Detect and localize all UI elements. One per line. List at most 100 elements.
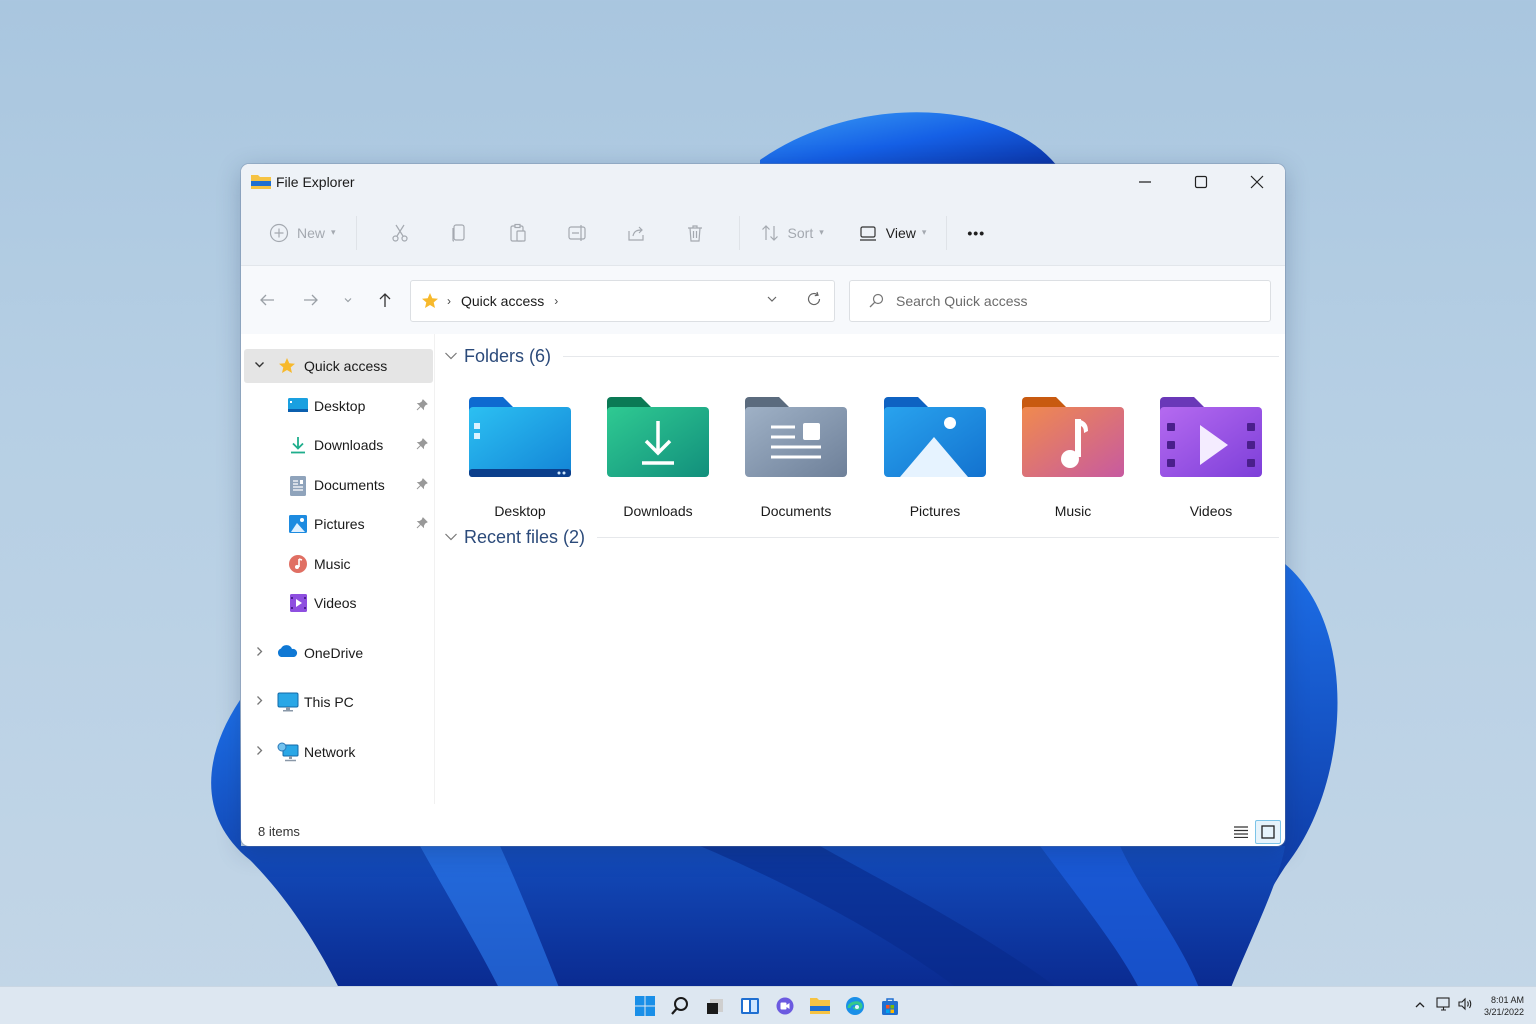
- sidebar-item-music[interactable]: Music: [244, 547, 433, 581]
- this-pc-icon: [277, 692, 299, 712]
- new-button[interactable]: New ▾: [263, 213, 342, 253]
- chevron-right-icon[interactable]: [254, 745, 265, 759]
- details-view-button[interactable]: [1227, 820, 1255, 844]
- maximize-button[interactable]: [1173, 164, 1229, 200]
- large-icons-view-button[interactable]: [1255, 820, 1281, 844]
- sidebar-item-downloads[interactable]: Downloads: [244, 428, 433, 462]
- pin-icon: [416, 437, 428, 453]
- sidebar-item-onedrive[interactable]: OneDrive: [244, 636, 433, 670]
- rename-icon: [568, 224, 586, 241]
- sidebar-item-label: OneDrive: [304, 645, 364, 661]
- folder-name: Pictures: [909, 503, 961, 519]
- share-icon: [628, 226, 644, 241]
- breadcrumb-quick-access[interactable]: Quick access: [461, 293, 544, 309]
- network-status-icon: [1436, 996, 1450, 1011]
- sidebar-item-label: This PC: [304, 694, 354, 710]
- file-explorer-taskbar-button[interactable]: [802, 987, 837, 1024]
- recent-files-section-header[interactable]: Recent files (2): [444, 527, 1279, 548]
- cut-button[interactable]: [371, 213, 430, 253]
- store-icon: [881, 998, 898, 1015]
- back-button[interactable]: [245, 292, 289, 308]
- delete-button[interactable]: [666, 213, 725, 253]
- divider: [355, 215, 357, 250]
- folder-tile-desktop[interactable]: Desktop: [460, 390, 580, 524]
- onedrive-icon: [276, 644, 298, 662]
- close-button[interactable]: [1229, 164, 1285, 200]
- folder-tile-videos[interactable]: Videos: [1151, 390, 1271, 524]
- edge-icon: [845, 997, 864, 1015]
- show-hidden-icons-button[interactable]: [1414, 997, 1426, 1015]
- refresh-button[interactable]: [806, 291, 822, 312]
- forward-button[interactable]: [289, 292, 333, 308]
- pin-icon: [416, 477, 428, 493]
- section-title: Folders (6): [464, 346, 552, 366]
- sidebar-item-this-pc[interactable]: This PC: [244, 685, 433, 719]
- view-button[interactable]: View ▾: [852, 213, 933, 253]
- sidebar-item-quick-access[interactable]: Quick access: [244, 349, 433, 383]
- arrow-up-icon: [379, 293, 391, 307]
- pictures-icon: [289, 515, 309, 533]
- title-bar[interactable]: File Explorer: [241, 164, 1285, 200]
- chevron-right-icon[interactable]: ›: [554, 294, 558, 308]
- system-tray: 8:01 AM 3/21/2022: [1414, 987, 1524, 1024]
- minimize-icon: [1139, 181, 1151, 183]
- task-view-button[interactable]: [697, 987, 732, 1024]
- search-input[interactable]: [896, 293, 1236, 309]
- store-button[interactable]: [872, 987, 907, 1024]
- chevron-down-icon[interactable]: [254, 359, 265, 373]
- arrow-right-icon: [304, 294, 318, 306]
- chevron-down-icon: ▾: [921, 227, 927, 237]
- videos-folder-icon: [1160, 397, 1262, 477]
- rename-button[interactable]: [548, 213, 607, 253]
- copy-button[interactable]: [430, 213, 489, 253]
- sidebar-item-videos[interactable]: Videos: [244, 586, 433, 620]
- taskbar-search-button[interactable]: [662, 987, 697, 1024]
- widgets-button[interactable]: [732, 987, 767, 1024]
- start-icon: [634, 996, 655, 1016]
- sidebar-item-label: Documents: [314, 477, 385, 493]
- share-button[interactable]: [607, 213, 666, 253]
- file-explorer-window: File Explorer New ▾ Sort ▾ View ▾ ••• › …: [241, 164, 1285, 846]
- more-options-button[interactable]: •••: [961, 213, 991, 253]
- divider: [563, 356, 1279, 357]
- details-view-icon: [1234, 826, 1248, 838]
- edge-button[interactable]: [837, 987, 872, 1024]
- volume-button[interactable]: [1458, 997, 1474, 1016]
- music-folder-icon: [1022, 397, 1124, 477]
- star-icon: [278, 357, 298, 375]
- folder-tile-music[interactable]: Music: [1013, 390, 1133, 524]
- up-button[interactable]: [363, 292, 407, 308]
- pin-icon: [416, 516, 428, 532]
- chevron-right-icon[interactable]: [254, 695, 265, 709]
- delete-icon: [688, 224, 703, 242]
- clock-time: 8:01 AM: [1490, 995, 1524, 1005]
- address-history-button[interactable]: [766, 292, 778, 310]
- folder-tile-documents[interactable]: Documents: [736, 390, 856, 524]
- sort-button[interactable]: Sort ▾: [754, 213, 830, 253]
- minimize-button[interactable]: [1117, 164, 1173, 200]
- folder-tile-pictures[interactable]: Pictures: [875, 390, 995, 524]
- folders-section-header[interactable]: Folders (6): [444, 346, 1279, 367]
- recent-locations-button[interactable]: [333, 295, 363, 305]
- task-view-icon: [706, 999, 723, 1014]
- sidebar-item-documents[interactable]: Documents: [244, 468, 433, 502]
- sidebar-item-pictures[interactable]: Pictures: [244, 507, 433, 541]
- clock[interactable]: 8:01 AM 3/21/2022: [1484, 994, 1524, 1018]
- address-bar[interactable]: › Quick access ›: [410, 280, 835, 322]
- sidebar-item-network[interactable]: Network: [244, 735, 433, 769]
- chevron-right-icon[interactable]: [254, 646, 265, 660]
- search-box[interactable]: [849, 280, 1271, 322]
- network-status-button[interactable]: [1436, 996, 1452, 1016]
- sidebar-item-desktop[interactable]: Desktop: [244, 389, 433, 423]
- folder-tile-downloads[interactable]: Downloads: [598, 390, 718, 524]
- start-button[interactable]: [627, 987, 662, 1024]
- documents-folder-icon: [745, 397, 847, 477]
- folder-name: Videos: [1189, 503, 1233, 519]
- search-icon: [869, 293, 884, 308]
- star-icon: [422, 293, 438, 308]
- paste-button[interactable]: [489, 213, 548, 253]
- folder-name: Music: [1054, 503, 1092, 519]
- chat-button[interactable]: [767, 987, 802, 1024]
- chevron-up-icon: [1415, 1002, 1425, 1008]
- sidebar-item-label: Quick access: [304, 358, 388, 374]
